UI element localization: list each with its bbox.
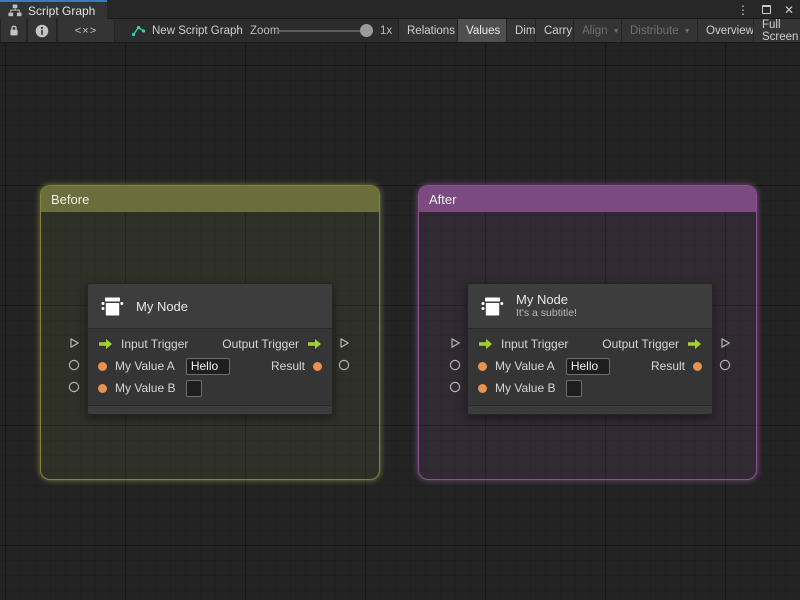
port-row-value-a: My Value A Result: [88, 355, 332, 377]
external-value-input-port[interactable]: [68, 359, 80, 371]
external-value-input-port[interactable]: [449, 381, 461, 393]
script-graph-window: Script Graph ⋮ ✕ <×> New Script Graph Zo…: [0, 0, 800, 600]
fullscreen-label: Full Screen: [762, 18, 799, 43]
flow-output-pin-icon[interactable]: [307, 338, 322, 350]
unit-node-icon: [481, 297, 504, 315]
breadcrumb-label: New Script Graph: [152, 24, 243, 37]
distribute-dropdown[interactable]: Distribute ▼: [621, 19, 700, 42]
input-trigger-label: Input Trigger: [121, 337, 189, 351]
my-value-a-label: My Value A: [115, 359, 175, 373]
external-flow-input-port[interactable]: [68, 337, 80, 349]
node-title: My Node: [136, 298, 189, 314]
kebab-menu-icon[interactable]: ⋮: [737, 4, 749, 16]
group-before-title: Before: [51, 191, 90, 207]
port-row-value-b: My Value B: [88, 377, 332, 399]
my-value-b-label: My Value B: [495, 381, 556, 395]
value-output-pin-icon[interactable]: [313, 361, 322, 371]
node-footer: [468, 405, 712, 414]
graph-canvas[interactable]: Before After My Node Input Trigger Outpu…: [0, 43, 800, 600]
group-after-header[interactable]: After: [419, 186, 756, 212]
carry-label: Carry: [544, 24, 573, 37]
my-value-b-field[interactable]: [566, 379, 583, 397]
value-output-pin-icon[interactable]: [693, 361, 702, 371]
zoom-slider-handle[interactable]: [360, 24, 373, 37]
close-icon[interactable]: ✕: [784, 4, 794, 16]
code-preview-button[interactable]: <×>: [57, 19, 115, 42]
flow-input-pin-icon[interactable]: [98, 338, 113, 350]
tab-bar: Script Graph ⋮ ✕: [0, 0, 800, 19]
relations-label: Relations: [407, 24, 455, 37]
my-value-a-label: My Value A: [495, 359, 555, 373]
tab-title: Script Graph: [28, 3, 96, 18]
distribute-label: Distribute: [630, 24, 679, 37]
external-value-input-port[interactable]: [68, 381, 80, 393]
graph-toolbar: <×> New Script Graph Zoom 1x Relations V…: [0, 19, 800, 43]
group-before-header[interactable]: Before: [41, 186, 379, 212]
port-row-trigger: Input Trigger Output Trigger: [88, 333, 332, 355]
result-label: Result: [270, 359, 305, 373]
info-icon: [35, 24, 49, 37]
result-label: Result: [650, 359, 685, 373]
node-before-header[interactable]: My Node: [88, 284, 332, 329]
zoom-label: Zoom: [250, 24, 280, 37]
value-input-pin-icon[interactable]: [98, 383, 107, 393]
value-input-pin-icon[interactable]: [478, 361, 487, 371]
node-my-node-before[interactable]: My Node Input Trigger Output Trigger My …: [87, 283, 333, 415]
tab-script-graph[interactable]: Script Graph: [0, 0, 108, 19]
zoom-value: 1x: [380, 24, 393, 37]
port-row-value-b: My Value B: [468, 377, 712, 399]
values-label: Values: [466, 24, 501, 37]
node-after-header[interactable]: My Node It's a subtitle!: [468, 284, 712, 329]
fullscreen-button[interactable]: Full Screen: [753, 18, 800, 43]
code-icon: <×>: [74, 24, 98, 37]
script-graph-node-icon: [131, 25, 146, 37]
input-trigger-label: Input Trigger: [501, 337, 569, 351]
group-after-title: After: [429, 191, 457, 207]
external-value-output-port[interactable]: [719, 359, 731, 371]
external-value-input-port[interactable]: [449, 359, 461, 371]
external-flow-output-port[interactable]: [719, 337, 731, 349]
chevron-down-icon: ▼: [683, 28, 691, 35]
value-input-pin-icon[interactable]: [98, 361, 107, 371]
relations-button[interactable]: Relations: [398, 19, 464, 42]
port-row-value-a: My Value A Result: [468, 355, 712, 377]
value-input-pin-icon[interactable]: [478, 383, 487, 393]
lock-button[interactable]: [0, 19, 27, 42]
flow-output-pin-icon[interactable]: [687, 338, 702, 350]
zoom-slider-track[interactable]: [278, 30, 372, 32]
info-button[interactable]: [27, 19, 57, 42]
external-value-output-port[interactable]: [338, 359, 350, 371]
chevron-down-icon: ▼: [612, 28, 620, 35]
overview-label: Overview: [706, 24, 754, 37]
dim-label: Dim: [515, 24, 536, 37]
align-label: Align: [582, 24, 608, 37]
node-my-node-after[interactable]: My Node It's a subtitle! Input Trigger O…: [467, 283, 713, 415]
unit-node-icon: [101, 297, 124, 315]
port-row-trigger: Input Trigger Output Trigger: [468, 333, 712, 355]
values-button[interactable]: Values: [457, 19, 510, 42]
lock-icon: [9, 25, 18, 36]
graph-breadcrumb[interactable]: New Script Graph: [131, 19, 243, 42]
node-footer: [88, 405, 332, 414]
my-value-b-field[interactable]: [186, 379, 203, 397]
node-title: My Node: [516, 292, 569, 307]
my-value-a-field[interactable]: [185, 357, 230, 375]
graph-hierarchy-icon: [8, 4, 22, 17]
my-value-a-field[interactable]: [565, 357, 610, 375]
flow-input-pin-icon[interactable]: [478, 338, 493, 350]
node-subtitle: It's a subtitle!: [516, 307, 577, 319]
window-controls: ⋮ ✕: [737, 0, 794, 19]
external-flow-input-port[interactable]: [449, 337, 461, 349]
my-value-b-label: My Value B: [115, 381, 176, 395]
output-trigger-label: Output Trigger: [602, 337, 679, 351]
maximize-icon[interactable]: [761, 5, 771, 14]
external-flow-output-port[interactable]: [338, 337, 350, 349]
output-trigger-label: Output Trigger: [222, 337, 299, 351]
